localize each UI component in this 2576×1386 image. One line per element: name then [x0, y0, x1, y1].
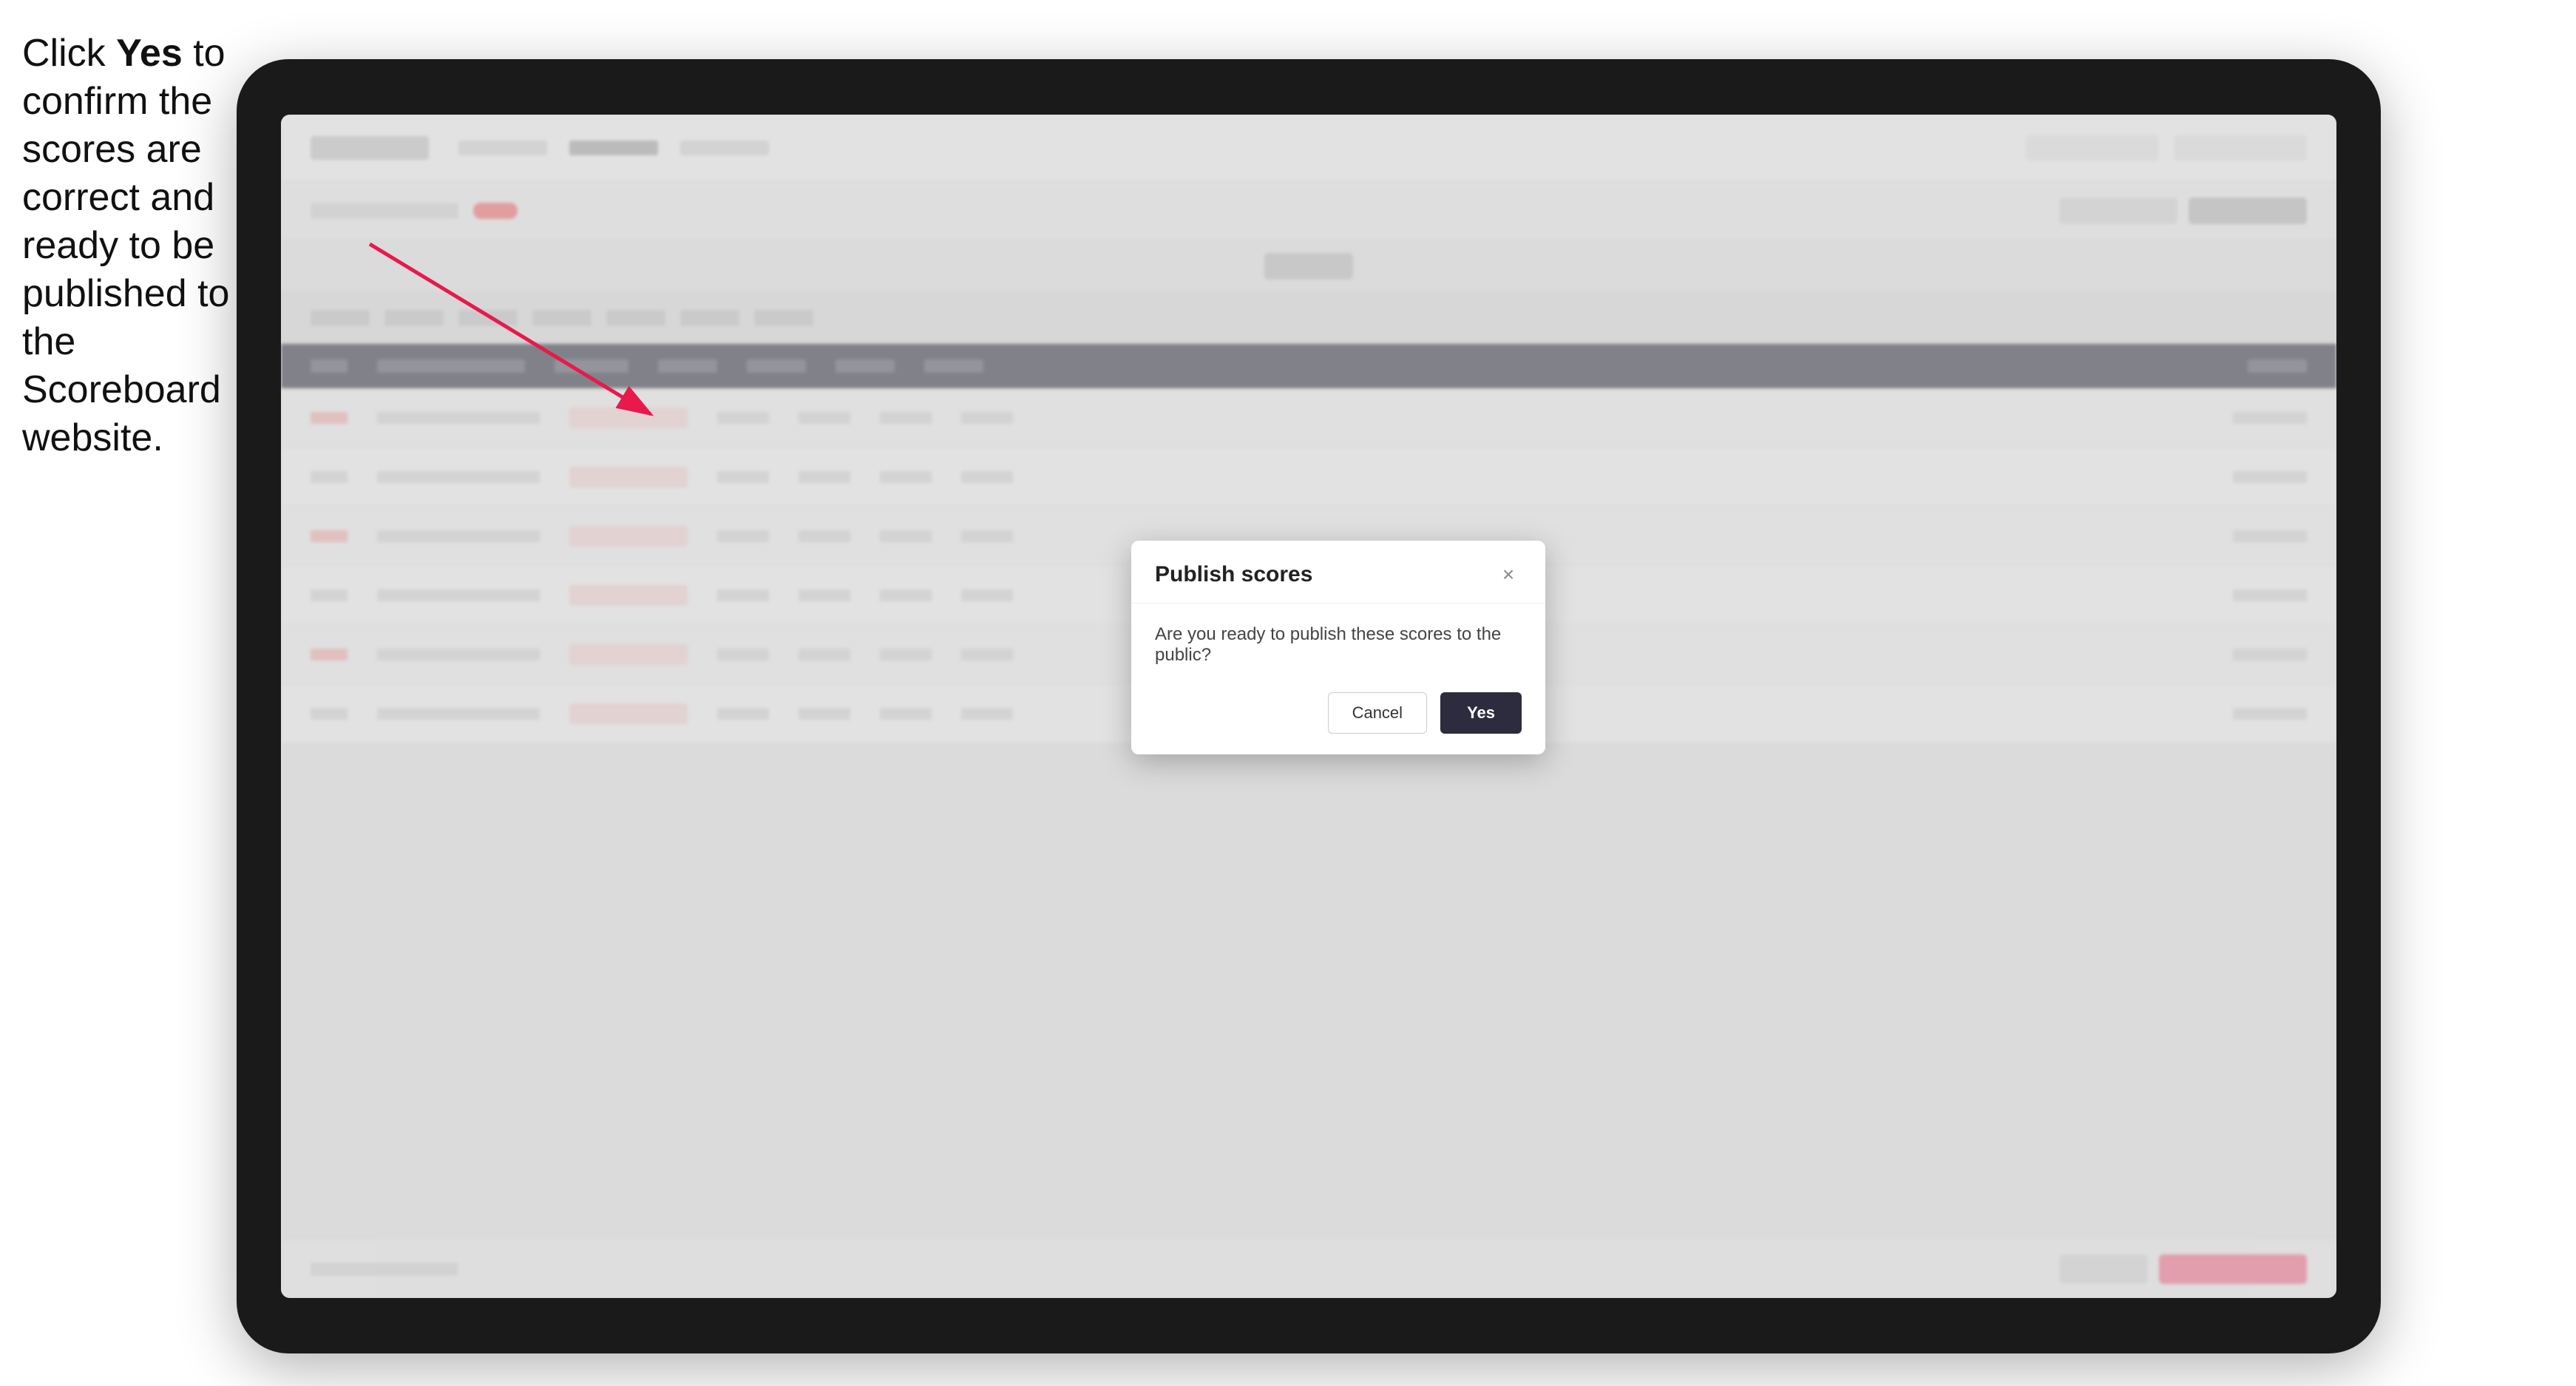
cancel-button[interactable]: Cancel — [1328, 692, 1427, 734]
modal-actions: Cancel Yes — [1155, 692, 1522, 734]
modal-message: Are you ready to publish these scores to… — [1155, 624, 1522, 666]
tablet-screen: Publish scores × Are you ready to publis… — [281, 115, 2336, 1298]
publish-scores-modal: Publish scores × Are you ready to publis… — [1131, 541, 1545, 754]
instruction-bold: Yes — [116, 32, 183, 75]
instruction-text: Click Yes to confirm the scores are corr… — [22, 30, 237, 462]
modal-overlay: Publish scores × Are you ready to publis… — [281, 115, 2336, 1298]
modal-title: Publish scores — [1155, 562, 1312, 587]
yes-button[interactable]: Yes — [1440, 692, 1522, 734]
modal-body: Are you ready to publish these scores to… — [1131, 604, 1545, 754]
modal-header: Publish scores × — [1131, 541, 1545, 604]
modal-close-button[interactable]: × — [1495, 561, 1522, 588]
tablet-device: Publish scores × Are you ready to publis… — [237, 59, 2381, 1353]
